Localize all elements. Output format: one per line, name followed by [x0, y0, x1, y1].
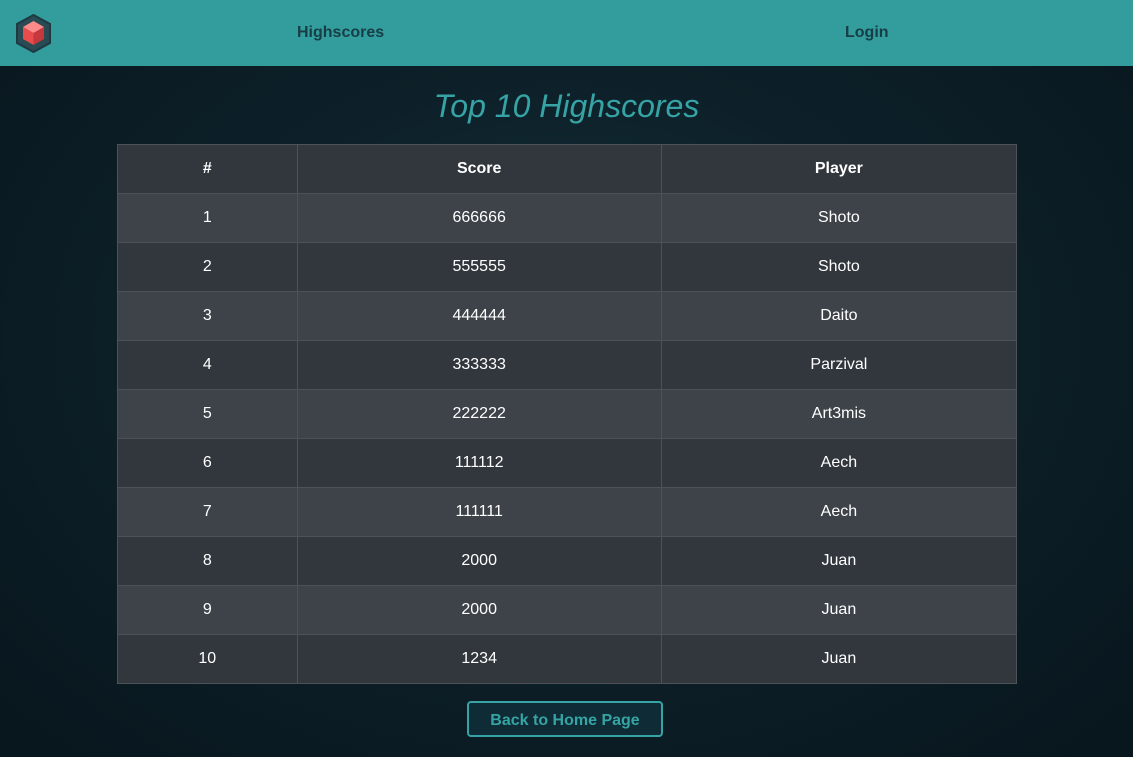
player-cell: Parzival	[660, 340, 1018, 390]
rank-cell: 4	[117, 340, 298, 390]
player-cell: Juan	[660, 585, 1018, 635]
top-navbar: Highscores Login	[0, 0, 1133, 66]
header-player: Player	[660, 144, 1018, 194]
table-row: 1 666666 Shoto	[117, 193, 1018, 243]
table-row: 4 333333 Parzival	[117, 340, 1018, 390]
player-cell: Aech	[660, 438, 1018, 488]
rank-cell: 5	[117, 389, 298, 439]
back-to-home-button[interactable]: Back to Home Page	[467, 701, 663, 737]
table-row: 10 1234 Juan	[117, 634, 1018, 684]
score-cell: 333333	[296, 340, 662, 390]
player-cell: Juan	[660, 536, 1018, 586]
score-cell: 2000	[296, 585, 662, 635]
table-row: 9 2000 Juan	[117, 585, 1018, 635]
player-cell: Daito	[660, 291, 1018, 341]
rank-cell: 1	[117, 193, 298, 243]
rank-cell: 3	[117, 291, 298, 341]
cube-logo-icon[interactable]	[15, 13, 52, 54]
rank-cell: 8	[117, 536, 298, 586]
score-cell: 666666	[296, 193, 662, 243]
nav-login-link[interactable]: Login	[845, 22, 889, 44]
header-rank: #	[117, 144, 298, 194]
page-title: Top 10 Highscores	[433, 88, 700, 124]
nav-highscores-link[interactable]: Highscores	[297, 22, 384, 44]
table-row: 8 2000 Juan	[117, 536, 1018, 586]
player-cell: Shoto	[660, 242, 1018, 292]
header-score: Score	[296, 144, 662, 194]
score-cell: 555555	[296, 242, 662, 292]
table-row: 2 555555 Shoto	[117, 242, 1018, 292]
table-header-row: # Score Player	[117, 144, 1018, 194]
rank-cell: 10	[117, 634, 298, 684]
score-cell: 222222	[296, 389, 662, 439]
table-row: 6 111112 Aech	[117, 438, 1018, 488]
rank-cell: 9	[117, 585, 298, 635]
table-row: 5 222222 Art3mis	[117, 389, 1018, 439]
player-cell: Juan	[660, 634, 1018, 684]
highscores-table: # Score Player 1 666666 Shoto 2 555555 S…	[117, 144, 1018, 684]
score-cell: 444444	[296, 291, 662, 341]
score-cell: 111111	[296, 487, 662, 537]
score-cell: 111112	[296, 438, 662, 488]
player-cell: Shoto	[660, 193, 1018, 243]
rank-cell: 6	[117, 438, 298, 488]
player-cell: Aech	[660, 487, 1018, 537]
rank-cell: 2	[117, 242, 298, 292]
table-row: 7 111111 Aech	[117, 487, 1018, 537]
score-cell: 2000	[296, 536, 662, 586]
score-cell: 1234	[296, 634, 662, 684]
rank-cell: 7	[117, 487, 298, 537]
player-cell: Art3mis	[660, 389, 1018, 439]
table-row: 3 444444 Daito	[117, 291, 1018, 341]
